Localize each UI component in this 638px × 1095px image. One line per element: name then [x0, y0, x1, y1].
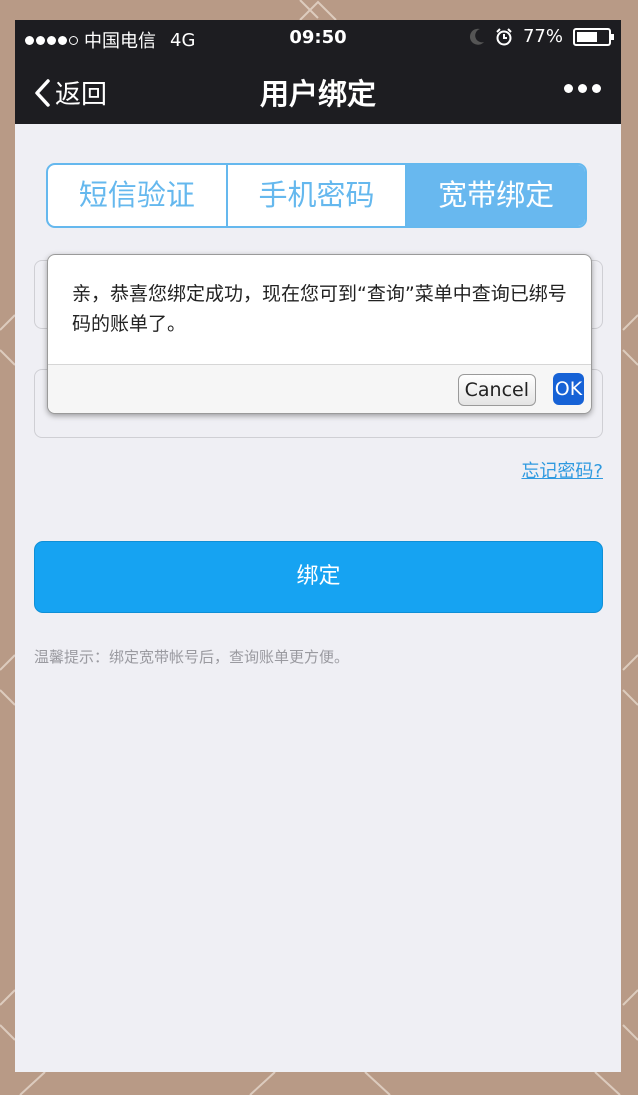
bind-method-tabs: 短信验证 手机密码 宽带绑定	[46, 163, 587, 228]
forgot-password-link[interactable]: 忘记密码?	[521, 457, 603, 483]
phone-screen: 中国电信 4G 09:50 77% 返回 用户绑定 短信验证 手机密码 宽带绑定…	[15, 20, 621, 1072]
cancel-button[interactable]: Cancel	[457, 374, 536, 406]
success-dialog: 亲，恭喜您绑定成功，现在您可到“查询”菜单中查询已绑号码的账单了。 Cancel…	[47, 254, 592, 414]
tab-phone-password[interactable]: 手机密码	[225, 165, 406, 226]
battery-icon	[573, 27, 614, 46]
alarm-icon	[496, 27, 512, 45]
battery-percent: 77%	[522, 26, 563, 47]
status-bar: 中国电信 4G 09:50 77%	[15, 20, 621, 56]
page-title: 用户绑定	[259, 77, 376, 111]
more-options-icon[interactable]	[564, 84, 601, 93]
tip-text: 温馨提示：绑定宽带帐号后，查询账单更方便。	[34, 648, 350, 666]
dialog-footer: Cancel OK	[48, 364, 591, 413]
tab-broadband-bind[interactable]: 宽带绑定	[405, 165, 585, 226]
navigation-bar: 返回 用户绑定	[15, 56, 621, 124]
moon-icon	[469, 28, 484, 45]
ok-button[interactable]: OK	[553, 373, 584, 405]
dialog-message: 亲，恭喜您绑定成功，现在您可到“查询”菜单中查询已绑号码的账单了。	[72, 283, 567, 335]
tab-sms-verify[interactable]: 短信验证	[48, 165, 226, 226]
bind-button[interactable]: 绑定	[34, 541, 603, 613]
